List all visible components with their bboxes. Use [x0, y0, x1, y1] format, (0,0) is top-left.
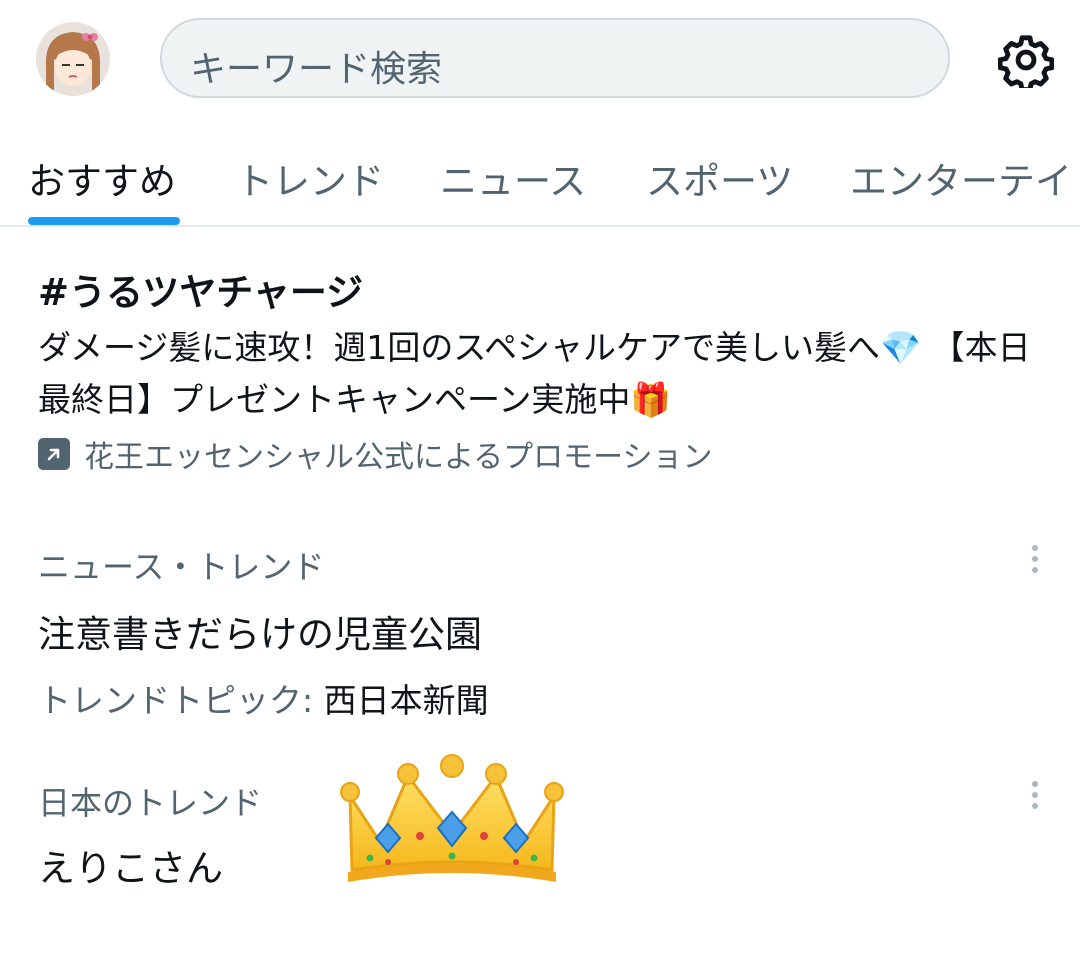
category-tabs: おすすめ トレンド ニュース スポーツ エンターテイ: [0, 115, 1080, 227]
trend-category: 日本のトレンド: [38, 784, 263, 822]
tab-recommended[interactable]: おすすめ: [28, 151, 176, 205]
trend-category: ニュース・トレンド: [38, 548, 325, 586]
user-avatar[interactable]: [36, 22, 110, 96]
crown-icon: [340, 754, 564, 890]
active-tab-indicator: [28, 217, 180, 225]
search-placeholder: キーワード検索: [190, 49, 443, 90]
avatar-illustration: [36, 22, 110, 96]
trend-meta: トレンドトピック: 西日本新聞: [38, 674, 489, 722]
trend-meta-label: トレンドトピック:: [38, 681, 314, 720]
promo-description: ダメージ髪に速攻！週1回のスペシャルケアで美しい髪へ💎 【本日最終日】プレゼント…: [38, 328, 1031, 419]
trend-title: 注意書きだらけの児童公園: [38, 613, 482, 656]
more-options-icon[interactable]: [1024, 776, 1046, 816]
trend-meta-value: 西日本新聞: [313, 681, 489, 720]
promoted-by-label: 花王エッセンシャル公式によるプロモーション: [84, 440, 713, 475]
promoted-arrow-icon: [38, 438, 70, 470]
more-options-icon[interactable]: [1024, 540, 1046, 580]
gear-icon[interactable]: [997, 32, 1055, 93]
tab-sports[interactable]: スポーツ: [646, 151, 793, 205]
promo-title: #うるツヤチャージ: [38, 271, 364, 314]
trend-title: えりこさん: [38, 847, 223, 890]
tab-entertainment[interactable]: エンターテイ: [850, 151, 1072, 205]
tab-trends[interactable]: トレンド: [236, 151, 384, 205]
search-input[interactable]: キーワード検索: [160, 18, 950, 98]
top-header: キーワード検索: [0, 0, 1080, 115]
tab-news[interactable]: ニュース: [440, 151, 586, 205]
promoted-by: 花王エッセンシャル公式によるプロモーション: [38, 436, 713, 475]
